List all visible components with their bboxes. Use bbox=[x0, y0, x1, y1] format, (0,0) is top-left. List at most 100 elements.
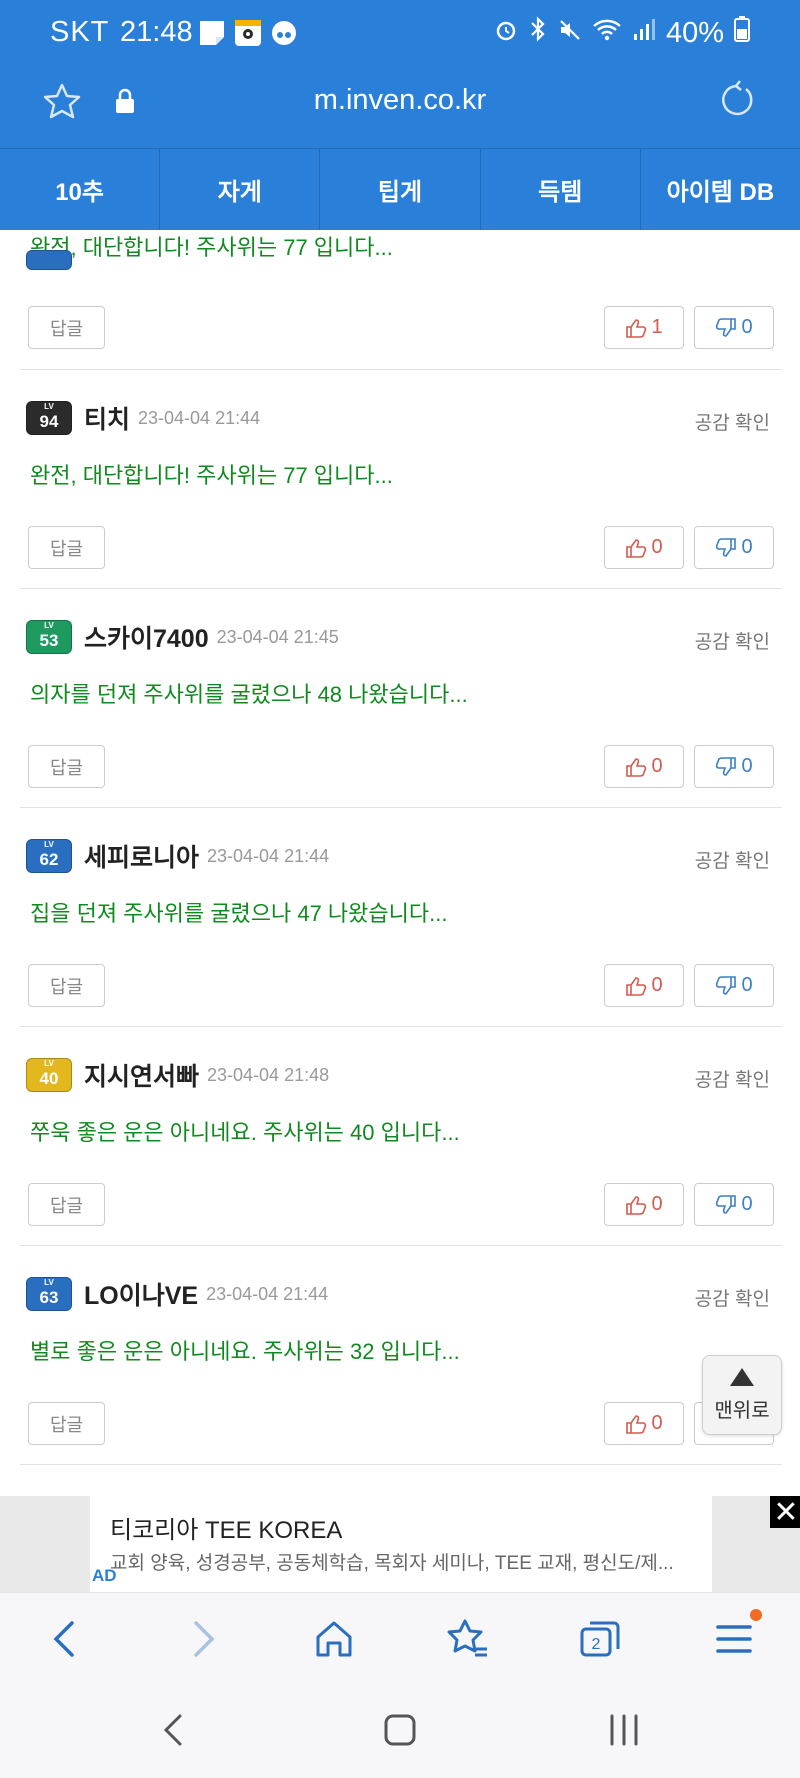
comment-author[interactable]: LO이나VE bbox=[84, 1276, 198, 1312]
empathy-check-link[interactable]: 공감 확인 bbox=[695, 1065, 770, 1092]
thumbs-up-icon bbox=[626, 538, 647, 558]
comment-date: 23-04-04 21:44 bbox=[207, 845, 330, 866]
status-time: 21:48 bbox=[120, 16, 193, 48]
empathy-check-link[interactable]: 공감 확인 bbox=[695, 627, 770, 654]
tab-10chu[interactable]: 10추 bbox=[0, 149, 161, 230]
mute-icon bbox=[558, 17, 582, 50]
arrow-up-icon bbox=[730, 1367, 754, 1386]
tabs-icon: 2 bbox=[580, 1621, 620, 1657]
like-button[interactable]: 0 bbox=[604, 526, 684, 569]
ad-close-button[interactable]: ✕ bbox=[770, 1495, 800, 1530]
comment-header: LV 63 LO이나VE 23-04-04 21:44 bbox=[26, 1274, 328, 1314]
comment-header: LV 53 스카이7400 23-04-04 21:45 bbox=[26, 617, 339, 657]
level-badge: LV 63 bbox=[26, 1277, 72, 1311]
comment-text: 쭈욱 좋은 운은 아니네요. 주사위는 40 입니다... bbox=[30, 1120, 460, 1145]
dislike-button[interactable]: 0 bbox=[694, 745, 774, 788]
dislike-count: 0 bbox=[741, 755, 753, 777]
thumbs-down-icon bbox=[716, 975, 737, 995]
level-badge: LV 62 bbox=[26, 839, 72, 873]
reply-button[interactable]: 답글 bbox=[28, 1183, 105, 1226]
dislike-button[interactable]: 0 bbox=[694, 964, 774, 1007]
comment-item: LV 94 티치 23-04-04 21:44 공감 확인 완전, 대단합니다!… bbox=[20, 370, 782, 589]
like-count: 0 bbox=[651, 1412, 663, 1434]
chevron-left-icon bbox=[53, 1621, 74, 1657]
reply-button[interactable]: 답글 bbox=[28, 306, 105, 349]
back-button[interactable] bbox=[42, 1615, 90, 1663]
thumbs-down-icon bbox=[716, 317, 737, 337]
comment-item: 완전, 대단합니다! 주사위는 77 입니다... 답글 1 0 bbox=[20, 230, 782, 370]
thumbs-up-icon bbox=[626, 1195, 647, 1215]
comment-author[interactable]: 지시연서빠 bbox=[84, 1057, 199, 1093]
tab-item-db[interactable]: 아이템 DB bbox=[641, 149, 800, 230]
ad-content[interactable]: 티코리아 TEE KOREA 교회 양육, 성경공부, 공동체학습, 목회자 세… bbox=[90, 1495, 800, 1592]
like-button[interactable]: 0 bbox=[604, 745, 684, 788]
memo-notification-icon bbox=[198, 19, 226, 47]
bookmarks-button[interactable] bbox=[443, 1615, 491, 1663]
address-field[interactable]: m.inven.co.kr bbox=[0, 84, 800, 117]
comment-text: 완전, 대단합니다! 주사위는 77 입니다... bbox=[30, 463, 393, 488]
bluetooth-icon bbox=[528, 16, 548, 50]
thumbs-up-icon bbox=[626, 1414, 647, 1434]
system-recent-apps-button[interactable] bbox=[604, 1712, 644, 1748]
ad-title[interactable]: 티코리아 TEE KOREA bbox=[110, 1510, 342, 1545]
category-tabs: 10추 자게 팁게 득템 아이템 DB bbox=[0, 148, 800, 230]
comment-item: LV 62 세피로니아 23-04-04 21:44 공감 확인 집을 던져 주… bbox=[20, 808, 782, 1027]
comment-author[interactable]: 티치 bbox=[84, 400, 130, 436]
tab-free-board[interactable]: 자게 bbox=[160, 149, 321, 230]
dislike-count: 0 bbox=[741, 1193, 753, 1215]
like-count: 0 bbox=[651, 536, 663, 558]
reply-button[interactable]: 답글 bbox=[28, 526, 105, 569]
system-home-button[interactable] bbox=[380, 1712, 420, 1748]
ad-description: 교회 양육, 성경공부, 공동체학습, 목회자 세미나, TEE 교재, 평신도… bbox=[110, 1553, 674, 1574]
alarm-icon bbox=[494, 17, 518, 50]
comment-author[interactable]: 세피로니아 bbox=[84, 838, 199, 874]
tab-item-drop[interactable]: 득템 bbox=[481, 149, 641, 230]
dislike-button[interactable]: 0 bbox=[694, 526, 774, 569]
reply-button[interactable]: 답글 bbox=[28, 964, 105, 1007]
thumbs-up-icon bbox=[626, 318, 647, 338]
comment-item: LV 63 LO이나VE 23-04-04 21:44 공감 확인 별로 좋은 … bbox=[20, 1246, 782, 1465]
comment-author[interactable]: 스카이7400 bbox=[84, 619, 209, 655]
scroll-to-top-button[interactable]: 맨위로 bbox=[702, 1355, 782, 1435]
browser-toolbar: 2 bbox=[0, 1592, 800, 1684]
recent-apps-icon bbox=[610, 1714, 638, 1746]
comment-item-peek bbox=[26, 250, 84, 270]
reload-icon[interactable] bbox=[716, 80, 756, 120]
system-nav-bar bbox=[0, 1684, 800, 1778]
like-button[interactable]: 0 bbox=[604, 964, 684, 1007]
like-button[interactable]: 0 bbox=[604, 1402, 684, 1445]
level-badge bbox=[26, 250, 72, 270]
ad-label: AD bbox=[92, 1566, 117, 1585]
like-button[interactable]: 1 bbox=[604, 306, 684, 349]
dislike-count: 0 bbox=[741, 316, 753, 338]
thumbs-up-icon bbox=[626, 976, 647, 996]
empathy-check-link[interactable]: 공감 확인 bbox=[695, 1284, 770, 1311]
chevron-left-icon bbox=[163, 1714, 182, 1746]
dislike-button[interactable]: 0 bbox=[694, 1183, 774, 1226]
reply-button[interactable]: 답글 bbox=[28, 1402, 105, 1445]
comment-date: 23-04-04 21:44 bbox=[138, 407, 261, 428]
comment-text: 의자를 던져 주사위를 굴렸으나 48 나왔습니다... bbox=[30, 682, 468, 707]
system-back-button[interactable] bbox=[156, 1712, 196, 1748]
empathy-check-link[interactable]: 공감 확인 bbox=[695, 846, 770, 873]
comment-date: 23-04-04 21:48 bbox=[207, 1064, 330, 1085]
like-count: 0 bbox=[651, 1193, 663, 1215]
comment-item: LV 40 지시연서빠 23-04-04 21:48 공감 확인 쭈욱 좋은 운… bbox=[20, 1027, 782, 1246]
empathy-check-link[interactable]: 공감 확인 bbox=[695, 408, 770, 435]
url-bar: m.inven.co.kr bbox=[0, 66, 800, 148]
system-status-icons: 40% bbox=[494, 16, 750, 50]
dislike-button[interactable]: 0 bbox=[694, 306, 774, 349]
like-button[interactable]: 0 bbox=[604, 1183, 684, 1226]
comment-list: 완전, 대단합니다! 주사위는 77 입니다... 답글 1 0 LV 94 티… bbox=[20, 230, 782, 1496]
tab-tip-board[interactable]: 팁게 bbox=[320, 149, 481, 230]
battery-icon bbox=[734, 16, 750, 50]
level-badge: LV 94 bbox=[26, 401, 72, 435]
tabs-button[interactable]: 2 bbox=[576, 1615, 624, 1663]
home-button[interactable] bbox=[310, 1615, 358, 1663]
ad-banner[interactable]: 티코리아 TEE KOREA 교회 양육, 성경공부, 공동체학습, 목회자 세… bbox=[0, 1495, 800, 1592]
thumbs-up-icon bbox=[626, 757, 647, 777]
reply-button[interactable]: 답글 bbox=[28, 745, 105, 788]
forward-button[interactable] bbox=[178, 1615, 226, 1663]
menu-button[interactable] bbox=[710, 1609, 762, 1663]
comment-text: 완전, 대단합니다! 주사위는 77 입니다... bbox=[30, 235, 393, 260]
